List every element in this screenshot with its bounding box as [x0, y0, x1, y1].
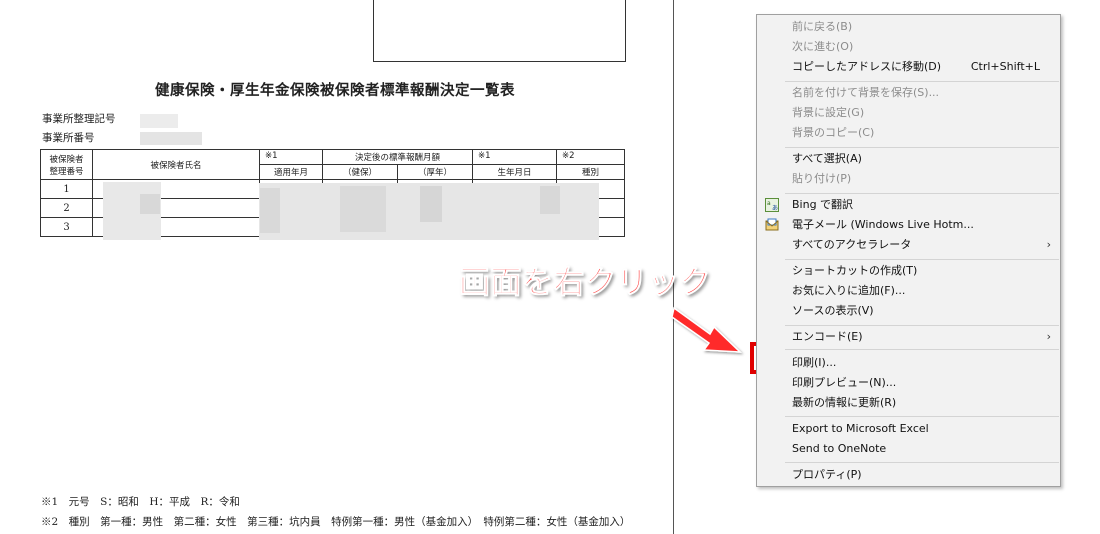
menu-separator [785, 462, 1059, 463]
shortcut-text: Ctrl+Shift+L [970, 60, 1040, 73]
menu-item-encoding[interactable]: エンコード(E) › [757, 327, 1060, 347]
menu-separator [785, 81, 1059, 82]
menu-separator [785, 193, 1059, 194]
menu-item-refresh[interactable]: 最新の情報に更新(R) [757, 393, 1060, 413]
menu-item-export-excel[interactable]: Export to Microsoft Excel [757, 419, 1060, 439]
menu-item-print-preview[interactable]: 印刷プレビュー(N)... [757, 373, 1060, 393]
header-type: 種別 [556, 164, 625, 180]
menu-separator [785, 259, 1059, 260]
redacted-name-detail [140, 194, 160, 214]
menu-item-back[interactable]: 前に戻る(B) [757, 17, 1060, 37]
redacted-row-data [340, 186, 386, 232]
menu-item-copy-background[interactable]: 背景のコピー(C) [757, 123, 1060, 143]
menu-item-view-source[interactable]: ソースの表示(V) [757, 301, 1060, 321]
office-number-label: 事業所番号 [42, 132, 95, 144]
menu-separator [785, 325, 1059, 326]
header-insured-no: 被保険者 整理番号 [40, 149, 93, 180]
redacted-office-code [140, 114, 178, 128]
redacted-row-data [260, 188, 280, 233]
footer-note-1: ※1 元号 S：昭和 H：平成 R：令和 [41, 496, 240, 508]
menu-separator [785, 349, 1059, 350]
office-code-label: 事業所整理記号 [42, 113, 116, 125]
menu-item-all-accelerators[interactable]: すべてのアクセラレータ › [757, 235, 1060, 255]
header-pension: （厚年） [397, 164, 473, 180]
redacted-row-data [420, 186, 442, 222]
menu-item-set-background[interactable]: 背景に設定(G) [757, 103, 1060, 123]
menu-item-email[interactable]: 電子メール (Windows Live Hotm... [757, 215, 1060, 235]
header-note1: ※1 [259, 149, 323, 165]
menu-separator [785, 416, 1059, 417]
menu-item-print[interactable]: 印刷(I)... [757, 353, 1060, 373]
menu-item-send-onenote[interactable]: Send to OneNote [757, 439, 1060, 459]
menu-separator [785, 147, 1059, 148]
menu-item-add-favorite[interactable]: お気に入りに追加(F)... [757, 281, 1060, 301]
menu-item-properties[interactable]: プロパティ(P) [757, 465, 1060, 485]
document-stamp-box [373, 0, 626, 62]
row-number: 3 [40, 217, 93, 237]
header-birth-date: 生年月日 [472, 164, 557, 180]
menu-item-forward[interactable]: 次に進む(O) [757, 37, 1060, 57]
row-number: 2 [40, 198, 93, 218]
annotation-arrow-icon [671, 306, 742, 353]
svg-text:あ: あ [772, 205, 778, 212]
document-title: 健康保険・厚生年金保険被保険者標準報酬決定一覧表 [155, 83, 515, 99]
svg-text:a: a [767, 200, 771, 207]
submenu-arrow-icon: › [1046, 330, 1051, 343]
menu-item-paste[interactable]: 貼り付け(P) [757, 169, 1060, 189]
header-note2: ※2 [556, 149, 625, 165]
menu-item-create-shortcut[interactable]: ショートカットの作成(T) [757, 261, 1060, 281]
header-apply-month: 適用年月 [259, 164, 323, 180]
submenu-arrow-icon: › [1046, 238, 1051, 251]
bing-translate-icon: a あ [765, 198, 779, 212]
context-menu: 前に戻る(B) 次に進む(O) コピーしたアドレスに移動(D) Ctrl+Shif… [756, 14, 1061, 487]
header-health: （健保） [322, 164, 398, 180]
redacted-row-data [540, 186, 560, 214]
header-note1b: ※1 [472, 149, 557, 165]
email-icon [765, 218, 779, 231]
footer-note-2: ※2 種別 第一種：男性 第二種：女性 第三種：坑内員 特例第一種：男性（基金加… [41, 516, 631, 528]
header-decided-amount: 決定後の標準報酬月額 [322, 149, 473, 165]
header-insured-name: 被保険者氏名 [92, 149, 260, 180]
menu-item-go-to-copied-address[interactable]: コピーしたアドレスに移動(D) Ctrl+Shift+L [757, 57, 1060, 77]
menu-item-select-all[interactable]: すべて選択(A) [757, 149, 1060, 169]
annotation-text: 画面を右クリック [459, 265, 712, 302]
menu-item-save-background[interactable]: 名前を付けて背景を保存(S)... [757, 83, 1060, 103]
menu-item-bing-translate[interactable]: a あ Bing で翻訳 [757, 195, 1060, 215]
row-number: 1 [40, 179, 93, 199]
redacted-office-number [140, 132, 202, 145]
